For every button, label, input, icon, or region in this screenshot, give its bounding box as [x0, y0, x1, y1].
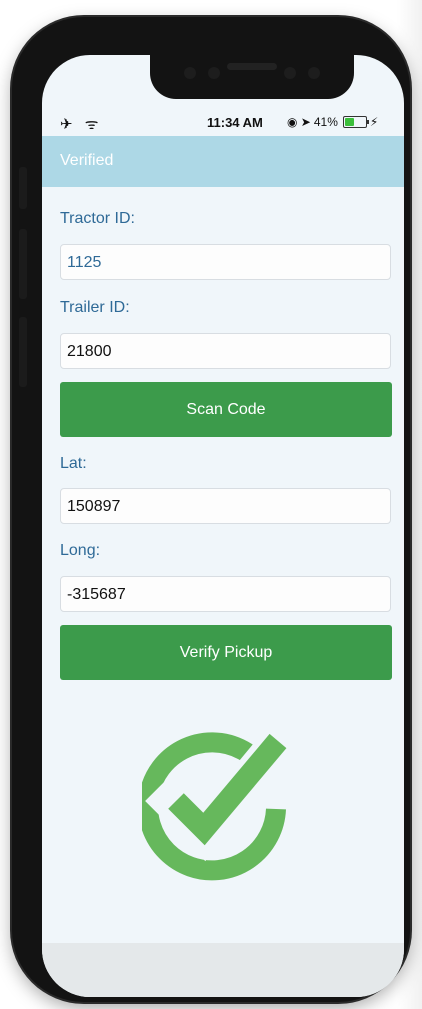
tractor-id-input[interactable]: 1125 — [60, 244, 391, 280]
phone-frame: ✈ ᯤ 11:34 AM ◉ ➤ 41% ⚡ Verified Tractor … — [12, 17, 410, 1002]
volume-down-button — [19, 317, 27, 387]
battery-level — [344, 118, 354, 126]
lat-label: Lat: — [60, 455, 87, 472]
trailer-id-input[interactable]: 21800 — [60, 333, 391, 369]
notch — [150, 55, 354, 99]
battery-percent: 41% — [313, 115, 338, 129]
status-right: ◉ ➤ 41% ⚡ — [287, 115, 378, 129]
status-time: 11:34 AM — [207, 115, 263, 130]
navigation-bar: Verified — [42, 136, 404, 187]
lat-input[interactable]: 150897 — [60, 488, 391, 524]
long-label: Long: — [60, 542, 101, 559]
page-title: Verified — [60, 152, 114, 169]
location-lock-icon: ◉ ➤ — [287, 115, 311, 129]
camera-dot — [308, 67, 320, 79]
airplane-wifi-icon: ✈ ᯤ — [60, 116, 103, 133]
sensor-dot — [208, 67, 220, 79]
sensor-dot — [284, 67, 296, 79]
check-circle-icon — [138, 709, 309, 889]
earpiece-speaker — [227, 63, 277, 70]
verify-pickup-button[interactable]: Verify Pickup — [60, 625, 392, 680]
volume-up-button — [19, 229, 27, 299]
battery-icon — [342, 116, 369, 128]
phone-screen: ✈ ᯤ 11:34 AM ◉ ➤ 41% ⚡ Verified Tractor … — [42, 55, 404, 997]
tractor-id-label: Tractor ID: — [60, 210, 135, 227]
scan-code-button[interactable]: Scan Code — [60, 382, 392, 437]
trailer-id-label: Trailer ID: — [60, 299, 130, 316]
home-indicator-area — [42, 943, 404, 997]
long-input[interactable]: -315687 — [60, 576, 391, 612]
mute-switch — [19, 167, 27, 209]
camera-dot — [184, 67, 196, 79]
status-bar: ✈ ᯤ 11:34 AM ◉ ➤ 41% ⚡ — [42, 112, 404, 134]
charging-icon: ⚡ — [369, 115, 379, 129]
